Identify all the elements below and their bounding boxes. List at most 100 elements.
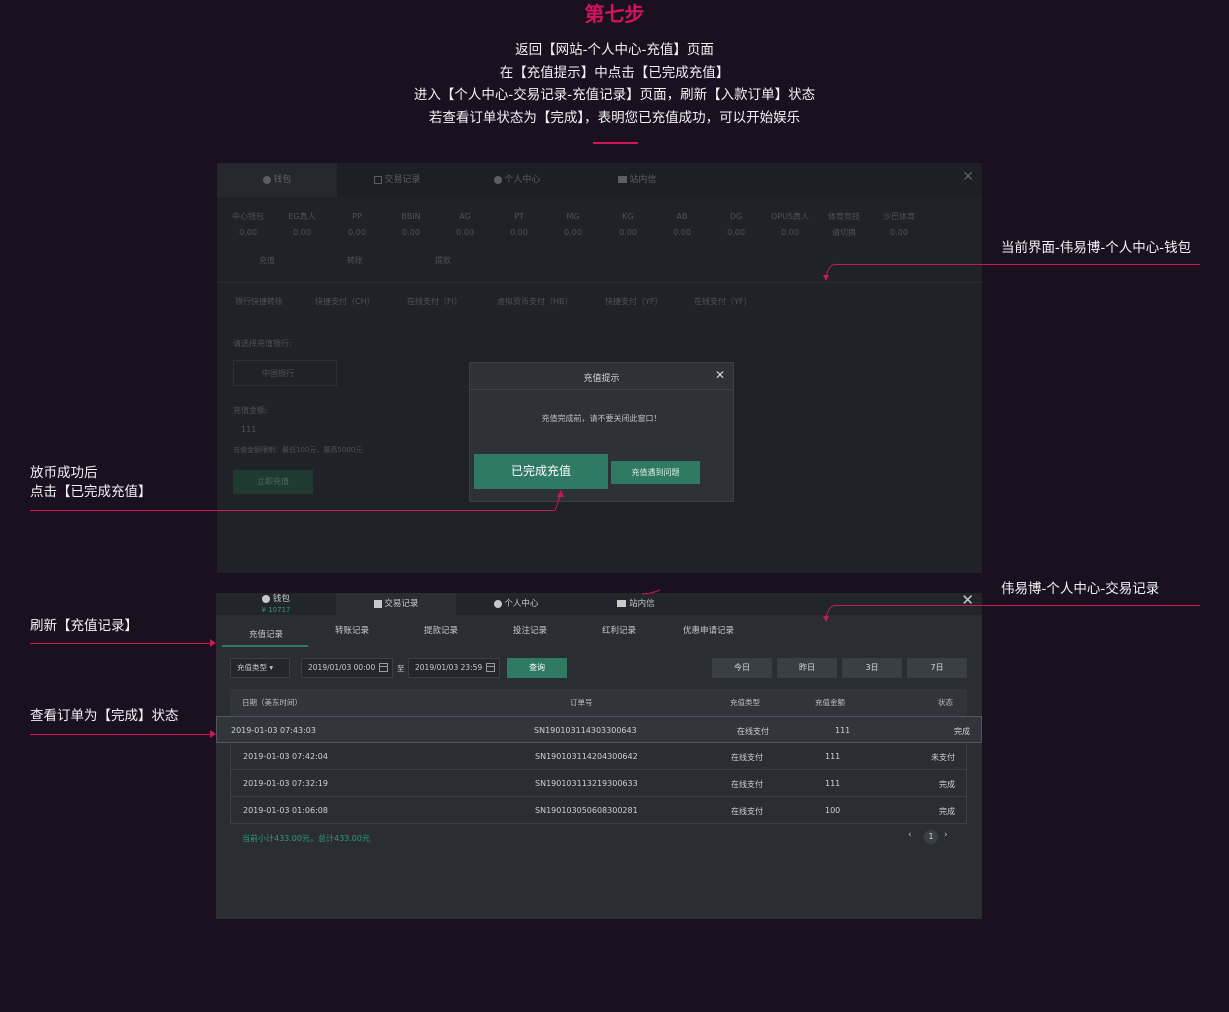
deposit-type-select[interactable]: 充值类型 ▾ (230, 658, 290, 678)
gear-icon (262, 175, 271, 184)
tab-wallet[interactable]: 钱包 ¥ 10717 (216, 593, 336, 615)
row-amount: 111 (825, 752, 841, 761)
gear-icon (493, 599, 502, 608)
table-row[interactable]: 2019-01-03 07:43:03 SN190103114303300643… (216, 716, 982, 743)
start-date-input[interactable]: 2019/01/03 00:00 (301, 658, 393, 678)
row-status: 完成 (954, 727, 970, 736)
tab-wallet[interactable]: 钱包 (217, 163, 337, 197)
row-type: 在线支付 (731, 753, 763, 762)
tab-transactions[interactable]: 交易记录 (336, 593, 456, 615)
amount-input[interactable]: 111 (241, 425, 256, 434)
yesterday-button[interactable]: 昨日 (777, 658, 837, 678)
row-type: 在线支付 (731, 780, 763, 789)
tab-transactions[interactable]: 交易记录 (337, 163, 457, 197)
query-button[interactable]: 查询 (507, 658, 567, 678)
mail-icon (617, 600, 627, 607)
close-icon[interactable]: ✕ (715, 368, 725, 382)
pay-method[interactable]: 快捷支付（CH） (315, 296, 375, 307)
balance-item: BBIN 0.00 (401, 212, 421, 237)
tab-bet-records[interactable]: 投注记录 (513, 624, 547, 636)
pay-method[interactable]: 快捷支付（YF） (605, 296, 663, 307)
seven-days-button[interactable]: 7日 (907, 658, 967, 678)
annotation-click-done: 点击【已完成充值】 (30, 484, 152, 500)
tab-promo-records[interactable]: 优惠申请记录 (683, 624, 734, 636)
tab-bonus-records[interactable]: 红利记录 (602, 624, 636, 636)
row-amount: 111 (825, 779, 841, 788)
instruction-line-4: 若查看订单状态为【完成】，表明您已充值成功，可以开始娱乐 (428, 110, 801, 126)
tab-messages[interactable]: 站内信 (576, 593, 696, 615)
modal-title: 充值提示 (583, 374, 620, 384)
annotation-wallet-page: 当前界面-伟易博-个人中心-钱包 (1001, 240, 1192, 256)
annotation-check-status: 查看订单为【完成】状态 (30, 708, 179, 724)
balance-item: DG 0.00 (727, 212, 745, 237)
row-date: 2019-01-03 07:32:19 (243, 779, 328, 788)
mail-icon (617, 176, 627, 183)
pay-method[interactable]: 在线支付（FI） (407, 296, 462, 307)
annotation-after-release: 放币成功后 (30, 465, 98, 481)
col-amount: 充值金额 (815, 698, 845, 707)
instruction-line-1: 返回【网站-个人中心-充值】页面 (515, 42, 714, 58)
tab-withdraw[interactable]: 提款 (435, 255, 451, 266)
tab-messages[interactable]: 站内信 (577, 163, 697, 197)
annotation-arrow-icon (554, 490, 564, 511)
arrow-right-icon (210, 639, 216, 647)
row-date: 2019-01-03 07:42:04 (243, 752, 328, 761)
table-row[interactable]: 2019-01-03 07:42:04 SN190103114204300642… (230, 743, 967, 770)
close-icon[interactable]: ✕ (962, 169, 974, 185)
deposit-prompt-modal: 充值提示 ✕ 充值完成前，请不要关闭此窗口！ 已完成充值 充值遇到问题 (469, 362, 734, 502)
row-amount: 111 (835, 726, 851, 735)
records-panel: 钱包 ¥ 10717 交易记录 个人中心 站内信 ✕ 充值记录 转账记录 提款记… (216, 593, 982, 919)
tab-deposit[interactable]: 充值 (259, 255, 275, 266)
tab-transfer-records[interactable]: 转账记录 (335, 624, 369, 636)
three-days-button[interactable]: 3日 (842, 658, 902, 678)
amount-hint: 充值金额限制：最低100元，最高5000元 (233, 446, 363, 454)
tab-label: 站内信 (629, 175, 657, 185)
tab-transfer[interactable]: 转账 (347, 255, 363, 266)
row-type: 在线支付 (731, 807, 763, 816)
close-icon[interactable]: ✕ (961, 593, 974, 609)
annotation-records-page: 伟易博-个人中心-交易记录 (1001, 581, 1160, 597)
end-date-input[interactable]: 2019/01/03 23:59 (408, 658, 500, 678)
pay-method[interactable]: 虚拟货币支付（HB） (497, 296, 573, 307)
bank-select[interactable]: 中国银行 (233, 360, 337, 386)
step-title: 第七步 (584, 2, 645, 26)
balance-item: OPUS真人 0.00 (770, 212, 810, 237)
today-button[interactable]: 今日 (712, 658, 772, 678)
list-icon (373, 175, 382, 184)
submit-deposit-button[interactable]: 立即充值 (233, 470, 313, 494)
modal-message: 充值完成前，请不要关闭此窗口！ (541, 414, 662, 423)
tab-withdraw-records[interactable]: 提款记录 (424, 624, 458, 636)
table-row[interactable]: 2019-01-03 01:06:08 SN190103050608300281… (230, 797, 967, 824)
page-number[interactable]: 1 (924, 830, 938, 844)
deposit-issue-button[interactable]: 充值遇到问题 (611, 461, 700, 484)
pay-method[interactable]: 银行快捷转账 (235, 296, 283, 307)
records-summary: 当前小计433.00元，总计433.00元 (242, 834, 370, 843)
active-tab-indicator (222, 645, 308, 647)
tab-deposit-records[interactable]: 充值记录 (249, 628, 283, 640)
row-date: 2019-01-03 01:06:08 (243, 806, 328, 815)
tab-label: 交易记录 (384, 599, 419, 609)
row-date: 2019-01-03 07:43:03 (231, 726, 316, 735)
row-type: 在线支付 (737, 727, 769, 736)
next-page-icon[interactable]: › (944, 830, 948, 840)
tab-profile[interactable]: 个人中心 (457, 163, 577, 197)
row-status: 完成 (939, 780, 955, 789)
table-row[interactable]: 2019-01-03 07:32:19 SN190103113219300633… (230, 770, 967, 797)
row-order: SN190103114204300642 (535, 752, 638, 761)
balance-item: PP 0.00 (348, 212, 366, 237)
prev-page-icon[interactable]: ‹ (908, 830, 912, 840)
col-type: 充值类型 (730, 698, 760, 707)
annotation-line (30, 643, 210, 644)
balance-item: MG 0.00 (564, 212, 582, 237)
col-date: 日期（美东时间） (242, 698, 302, 707)
start-date-value: 2019/01/03 00:00 (308, 663, 376, 672)
deposit-done-button[interactable]: 已完成充值 (474, 454, 608, 489)
wallet-tab-bar: 钱包 交易记录 个人中心 站内信 ✕ (217, 163, 982, 197)
balance-item: 体育竞技 请切换 (828, 212, 860, 237)
row-status: 未支付 (931, 753, 955, 762)
balance-item: AB 0.00 (673, 212, 691, 237)
pay-method[interactable]: 在线支付（YF） (694, 296, 752, 307)
tab-profile[interactable]: 个人中心 (456, 593, 576, 615)
instruction-line-2: 在【充值提示】中点击【已完成充值】 (499, 65, 730, 81)
row-order: SN190103050608300281 (535, 806, 638, 815)
